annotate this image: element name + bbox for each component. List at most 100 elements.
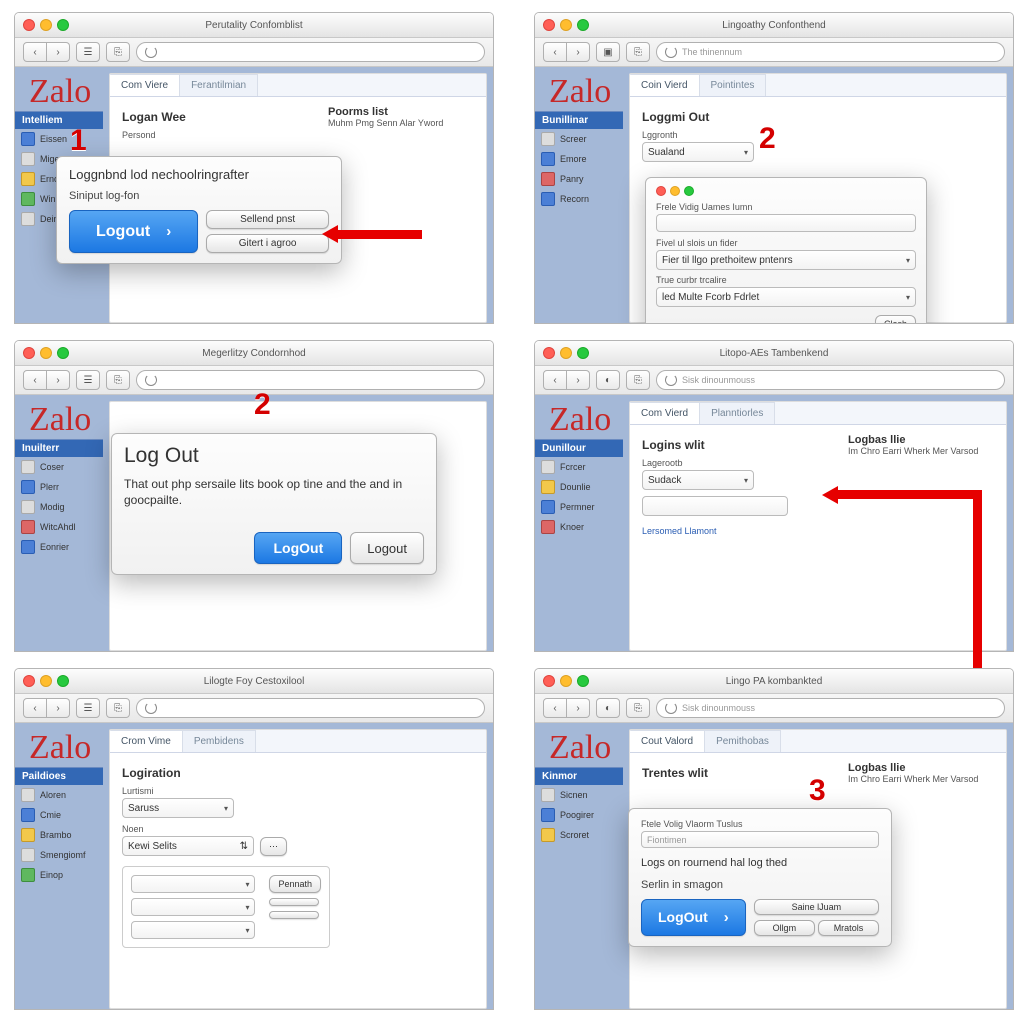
- reload-icon[interactable]: [145, 702, 157, 714]
- sidebar-item[interactable]: Dounlie: [535, 477, 623, 497]
- toolbar-button[interactable]: ⎘: [626, 42, 650, 62]
- reload-icon[interactable]: [145, 374, 157, 386]
- tab[interactable]: Pembidens: [183, 730, 256, 752]
- option-button[interactable]: Saine lJuam: [754, 899, 879, 915]
- back-button[interactable]: ‹: [23, 698, 47, 718]
- mini-button[interactable]: Pennath: [269, 875, 321, 893]
- reload-icon[interactable]: [665, 46, 677, 58]
- toolbar-button[interactable]: ◐: [596, 370, 620, 390]
- option-button[interactable]: Sellend pnst: [206, 210, 329, 229]
- forward-button[interactable]: ›: [47, 698, 70, 718]
- select-field[interactable]: Saruss▾: [122, 798, 234, 818]
- toolbar-button[interactable]: ▣: [596, 42, 620, 62]
- toolbar-button[interactable]: ⎘: [626, 370, 650, 390]
- toolbar-button[interactable]: ☰: [76, 370, 100, 390]
- sidebar-item[interactable]: Poogirer: [535, 805, 623, 825]
- cancel-button[interactable]: Logout: [350, 532, 424, 564]
- logout-button[interactable]: Logout›: [69, 210, 198, 253]
- sidebar-item[interactable]: Brambo: [15, 825, 103, 845]
- address-bar[interactable]: Sisk dinounmouss: [656, 370, 1005, 390]
- toolbar-button[interactable]: ⎘: [106, 42, 130, 62]
- address-bar[interactable]: [136, 698, 485, 718]
- sidebar-item[interactable]: Eonrier: [15, 537, 103, 557]
- option-button[interactable]: Mratols: [818, 920, 879, 936]
- sidebar-item[interactable]: Emore: [535, 149, 623, 169]
- sidebar-item[interactable]: Screer: [535, 129, 623, 149]
- toolbar-button[interactable]: ☰: [76, 42, 100, 62]
- tab-active[interactable]: Com Vierd: [630, 402, 700, 424]
- back-button[interactable]: ‹: [543, 370, 567, 390]
- tab[interactable]: Planntiorles: [700, 402, 775, 424]
- select-field[interactable]: Sudack▾: [642, 470, 754, 490]
- mini-button[interactable]: [269, 898, 319, 906]
- sidebar-item[interactable]: Sicnen: [535, 785, 623, 805]
- text-field[interactable]: [642, 496, 788, 516]
- forward-button[interactable]: ›: [567, 370, 590, 390]
- link[interactable]: Lersomed Llamont: [642, 526, 788, 536]
- back-button[interactable]: ‹: [23, 42, 47, 62]
- toolbar-button[interactable]: ☰: [76, 698, 100, 718]
- select-field[interactable]: led Multe Fcorb Fdrlet▾: [656, 287, 916, 307]
- select-field[interactable]: ▾: [131, 921, 255, 939]
- reload-icon[interactable]: [145, 46, 157, 58]
- back-button[interactable]: ‹: [543, 42, 567, 62]
- sidebar-item[interactable]: Plerr: [15, 477, 103, 497]
- stepper-field[interactable]: Kewi Selits⇅: [122, 836, 254, 856]
- address-bar[interactable]: The thinennum: [656, 42, 1005, 62]
- forward-button[interactable]: ›: [47, 42, 70, 62]
- forward-button[interactable]: ›: [47, 370, 70, 390]
- reload-icon[interactable]: [665, 374, 677, 386]
- text-field[interactable]: Fiontimen: [641, 831, 879, 848]
- tab-active[interactable]: Coin Vierd: [630, 74, 700, 96]
- toolbar-button[interactable]: ⎘: [106, 370, 130, 390]
- toolbar-button[interactable]: ◐: [596, 698, 620, 718]
- sidebar-item[interactable]: Einop: [15, 865, 103, 885]
- sidebar-item[interactable]: Knoer: [535, 517, 623, 537]
- forward-button[interactable]: ›: [567, 698, 590, 718]
- sidebar-item[interactable]: Scroret: [535, 825, 623, 845]
- tab[interactable]: Pointintes: [700, 74, 767, 96]
- sidebar-item[interactable]: Eissen: [15, 129, 103, 149]
- dialog-button[interactable]: Clash: [875, 315, 916, 323]
- sidebar-item[interactable]: Recorn: [535, 189, 623, 209]
- forward-button[interactable]: ›: [567, 42, 590, 62]
- logout-button[interactable]: LogOut›: [641, 899, 746, 936]
- sidebar-item[interactable]: Aloren: [15, 785, 103, 805]
- sidebar-item-icon: [21, 192, 35, 206]
- tab-active[interactable]: Cout Valord: [630, 730, 705, 752]
- option-button[interactable]: Gitert i agroo: [206, 234, 329, 253]
- text-field[interactable]: [656, 214, 916, 232]
- sidebar-item[interactable]: Smengiomf: [15, 845, 103, 865]
- toolbar-button[interactable]: ⎘: [626, 698, 650, 718]
- close-icon[interactable]: [656, 186, 666, 196]
- address-bar[interactable]: [136, 370, 485, 390]
- sidebar-item[interactable]: Fcrcer: [535, 457, 623, 477]
- sidebar-item[interactable]: WitcAhdl: [15, 517, 103, 537]
- mini-button[interactable]: ⋯: [260, 837, 287, 856]
- address-bar[interactable]: [136, 42, 485, 62]
- select-field[interactable]: Fier til llgo prethoitew pntenrs▾: [656, 250, 916, 270]
- sidebar-item[interactable]: Coser: [15, 457, 103, 477]
- address-bar[interactable]: Sisk dinounmouss: [656, 698, 1005, 718]
- sidebar-item-icon: [21, 540, 35, 554]
- sidebar-item[interactable]: Modig: [15, 497, 103, 517]
- tab[interactable]: Ferantilmian: [180, 74, 258, 96]
- tab[interactable]: Pemithobas: [705, 730, 781, 752]
- reload-icon[interactable]: [665, 702, 677, 714]
- select-field[interactable]: ▾: [131, 898, 255, 916]
- minimize-icon[interactable]: [670, 186, 680, 196]
- toolbar-button[interactable]: ⎘: [106, 698, 130, 718]
- option-button[interactable]: Ollgm: [754, 920, 815, 936]
- mini-button[interactable]: [269, 911, 319, 919]
- back-button[interactable]: ‹: [543, 698, 567, 718]
- tab-active[interactable]: Crom Vime: [110, 730, 183, 752]
- sidebar-item[interactable]: Permner: [535, 497, 623, 517]
- logout-button[interactable]: LogOut: [254, 532, 342, 564]
- tab-active[interactable]: Com Viere: [110, 74, 180, 96]
- zoom-icon[interactable]: [684, 186, 694, 196]
- back-button[interactable]: ‹: [23, 370, 47, 390]
- sidebar-item[interactable]: Panry: [535, 169, 623, 189]
- select-field[interactable]: Sualand▾: [642, 142, 754, 162]
- sidebar-item[interactable]: Cmie: [15, 805, 103, 825]
- select-field[interactable]: ▾: [131, 875, 255, 893]
